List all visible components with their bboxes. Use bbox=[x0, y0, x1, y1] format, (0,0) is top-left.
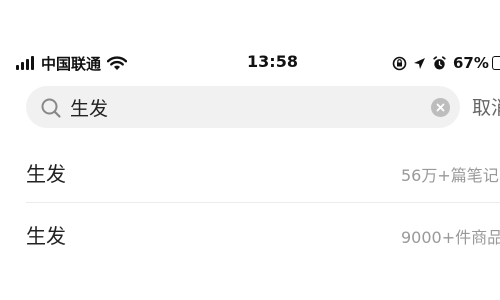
clear-search-icon[interactable] bbox=[431, 98, 450, 117]
suggestion-list: 生发 56万+篇笔记 生发 9000+件商品 bbox=[0, 140, 500, 264]
search-input[interactable] bbox=[70, 90, 400, 124]
suggestion-item-products[interactable]: 生发 9000+件商品 bbox=[0, 202, 500, 264]
search-screen: 中国联通 13:58 67% 生发 取 生发 56万+篇笔记 生发 9000+件… bbox=[0, 0, 500, 300]
suggestion-meta: 56万+篇笔记 bbox=[401, 166, 499, 185]
status-bar-right: 67% bbox=[392, 52, 500, 74]
search-bar bbox=[26, 86, 460, 128]
search-icon bbox=[41, 98, 61, 118]
alarm-icon bbox=[433, 55, 446, 69]
orientation-lock-icon bbox=[392, 56, 407, 70]
status-bar: 中国联通 13:58 67% bbox=[0, 0, 500, 80]
suggestion-title: 生发 bbox=[26, 224, 66, 248]
battery-icon bbox=[491, 56, 500, 70]
suggestion-meta: 9000+件商品 bbox=[401, 228, 500, 247]
location-arrow-icon bbox=[414, 57, 425, 69]
battery-percent: 67% bbox=[453, 54, 489, 72]
suggestion-title: 生发 bbox=[26, 162, 66, 186]
suggestion-item-notes[interactable]: 生发 56万+篇笔记 bbox=[0, 140, 500, 202]
cancel-button[interactable]: 取消 bbox=[472, 93, 500, 120]
